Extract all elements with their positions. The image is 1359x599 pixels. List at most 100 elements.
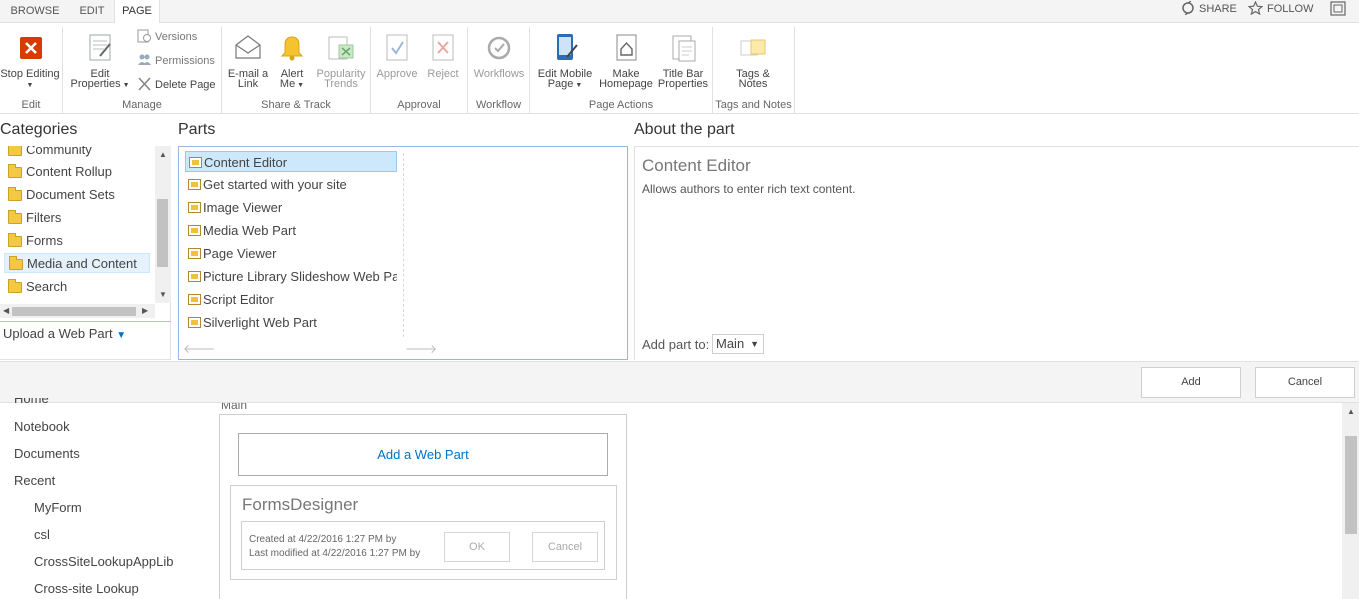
categories-list: Community Content Rollup Document Sets F… [0, 146, 155, 306]
category-item-content-rollup[interactable]: Content Rollup [4, 162, 150, 182]
part-label: Image Viewer [203, 200, 283, 215]
edit-mobile-page-button[interactable]: Edit Mobile Page ▼ [536, 31, 594, 91]
scroll-down-arrow-icon[interactable]: ▼ [159, 290, 167, 299]
nav-item-documents[interactable]: Documents [14, 446, 80, 461]
dropdown-arrow-icon: ▼ [750, 339, 759, 349]
part-item-get-started[interactable]: Get started with your site [185, 174, 397, 195]
tags-notes-button[interactable]: Tags & Notes [725, 31, 781, 90]
category-item-media-and-content[interactable]: Media and Content [4, 253, 150, 273]
ribbon-tab-bar: BROWSE EDIT PAGE SHARE FOLLOW [0, 0, 1359, 24]
parts-next-arrow-icon[interactable]: 🡒 [405, 341, 437, 356]
stop-editing-button[interactable]: Stop Editing ▼ [0, 31, 60, 91]
zone-select[interactable]: Main ▼ [712, 334, 764, 354]
share-button[interactable]: SHARE [1181, 0, 1237, 20]
category-item-search[interactable]: Search [4, 277, 150, 297]
web-part-title: FormsDesigner [242, 495, 359, 514]
web-part-cancel-button[interactable]: Cancel [532, 532, 598, 562]
parts-panel: Content Editor Get started with your sit… [178, 146, 628, 360]
workflows-button[interactable]: Workflows [471, 31, 527, 80]
part-label: Media Web Part [203, 223, 296, 238]
popularity-trends-button[interactable]: Popularity Trends [314, 31, 368, 90]
group-label-workflow: Workflow [475, 99, 522, 111]
category-label: Document Sets [26, 187, 115, 202]
parts-previous-arrow-icon[interactable]: 🡐 [183, 341, 215, 356]
share-label: SHARE [1199, 3, 1237, 15]
tab-browse[interactable]: BROWSE [0, 0, 70, 23]
popularity-trends-icon [328, 36, 354, 60]
nav-item-recent[interactable]: Recent [14, 473, 55, 488]
add-web-part-button[interactable]: Add a Web Part [238, 433, 608, 476]
focus-on-content-button[interactable] [1330, 1, 1350, 21]
nav-item-myform[interactable]: MyForm [34, 500, 82, 515]
nav-item-cross-site-lookup[interactable]: Cross-site Lookup [34, 581, 139, 596]
part-item-page-viewer[interactable]: Page Viewer [185, 243, 397, 264]
scroll-up-arrow-icon[interactable]: ▲ [159, 150, 167, 159]
share-icon [1182, 0, 1194, 16]
scroll-up-arrow-icon[interactable]: ▲ [1347, 407, 1355, 416]
delete-page-button[interactable]: Delete Page [137, 77, 216, 93]
folder-icon [8, 164, 22, 178]
part-item-picture-library-slideshow[interactable]: Picture Library Slideshow Web Part [185, 266, 397, 287]
reject-icon [432, 34, 454, 61]
add-button[interactable]: Add [1141, 367, 1241, 398]
approve-button[interactable]: Approve [375, 31, 419, 80]
reject-button[interactable]: Reject [423, 31, 463, 80]
cancel-button[interactable]: Cancel [1255, 367, 1355, 398]
part-item-image-viewer[interactable]: Image Viewer [185, 197, 397, 218]
about-part-description: Allows authors to enter rich text conten… [642, 182, 856, 196]
ribbon-group-workflow: Workflows Workflow [468, 27, 530, 113]
alert-me-label-2: Me [279, 78, 296, 90]
edit-properties-icon [89, 34, 111, 61]
part-item-media-web-part[interactable]: Media Web Part [185, 220, 397, 241]
alert-me-button[interactable]: Alert Me ▼ [274, 31, 310, 91]
about-part-name: Content Editor [642, 156, 751, 175]
nav-item-crosssitelookupapplib[interactable]: CrossSiteLookupAppLib [34, 554, 173, 569]
scroll-left-arrow-icon[interactable]: ◀ [3, 306, 9, 315]
part-item-script-editor[interactable]: Script Editor [185, 289, 397, 310]
title-bar-properties-button[interactable]: Title Bar Properties [656, 31, 710, 90]
category-label: Media and Content [27, 256, 137, 271]
web-part-icon [189, 157, 202, 168]
tab-page[interactable]: PAGE [114, 0, 160, 24]
dropdown-arrow-icon: ▼ [26, 82, 34, 89]
web-part-icon [188, 294, 201, 305]
make-homepage-button[interactable]: Make Homepage [598, 31, 654, 90]
tab-edit[interactable]: EDIT [70, 0, 114, 23]
image-web-part-icon [188, 202, 201, 213]
delete-page-label: Delete Page [155, 79, 216, 91]
part-item-content-editor[interactable]: Content Editor [185, 151, 397, 172]
email-link-button[interactable]: E-mail a Link [226, 31, 270, 90]
part-label: Content Editor [204, 155, 288, 170]
scroll-right-arrow-icon[interactable]: ▶ [142, 306, 148, 315]
nav-item-notebook[interactable]: Notebook [14, 419, 70, 434]
versions-button[interactable]: Versions [137, 29, 197, 45]
web-part-ok-button[interactable]: OK [444, 532, 510, 562]
title-bar-properties-label-2: Properties [657, 78, 709, 90]
star-icon [1247, 0, 1264, 16]
ribbon-group-approval: Approve Reject Approval [371, 27, 468, 113]
nav-item-csl[interactable]: csl [34, 527, 50, 542]
group-label-manage: Manage [122, 99, 162, 111]
category-label: Forms [26, 233, 63, 248]
category-item-document-sets[interactable]: Document Sets [4, 185, 150, 205]
upload-web-part-button[interactable]: Upload a Web Part ▼ [3, 326, 126, 341]
categories-vertical-scroll-thumb[interactable] [157, 199, 168, 267]
people-icon [138, 54, 151, 65]
page-vertical-scroll-thumb[interactable] [1345, 436, 1357, 534]
follow-button[interactable]: FOLLOW [1247, 0, 1314, 20]
category-item-filters[interactable]: Filters [4, 208, 150, 228]
categories-horizontal-scroll-thumb[interactable] [12, 307, 136, 316]
follow-label: FOLLOW [1267, 3, 1314, 15]
part-item-silverlight-web-part[interactable]: Silverlight Web Part [185, 312, 397, 333]
web-part-icon [188, 317, 201, 328]
tag-icon [740, 39, 766, 56]
category-item-community[interactable]: Community [4, 146, 150, 160]
edit-properties-button[interactable]: Edit Properties ▼ [69, 31, 131, 91]
ribbon-group-tags-notes: Tags & Notes Tags and Notes [713, 27, 795, 113]
zone-select-value: Main [716, 336, 745, 351]
permissions-button[interactable]: Permissions [137, 53, 215, 69]
group-label-approval: Approval [397, 99, 441, 111]
divider [0, 321, 171, 322]
about-heading: About the part [634, 121, 735, 138]
category-item-forms[interactable]: Forms [4, 231, 150, 251]
